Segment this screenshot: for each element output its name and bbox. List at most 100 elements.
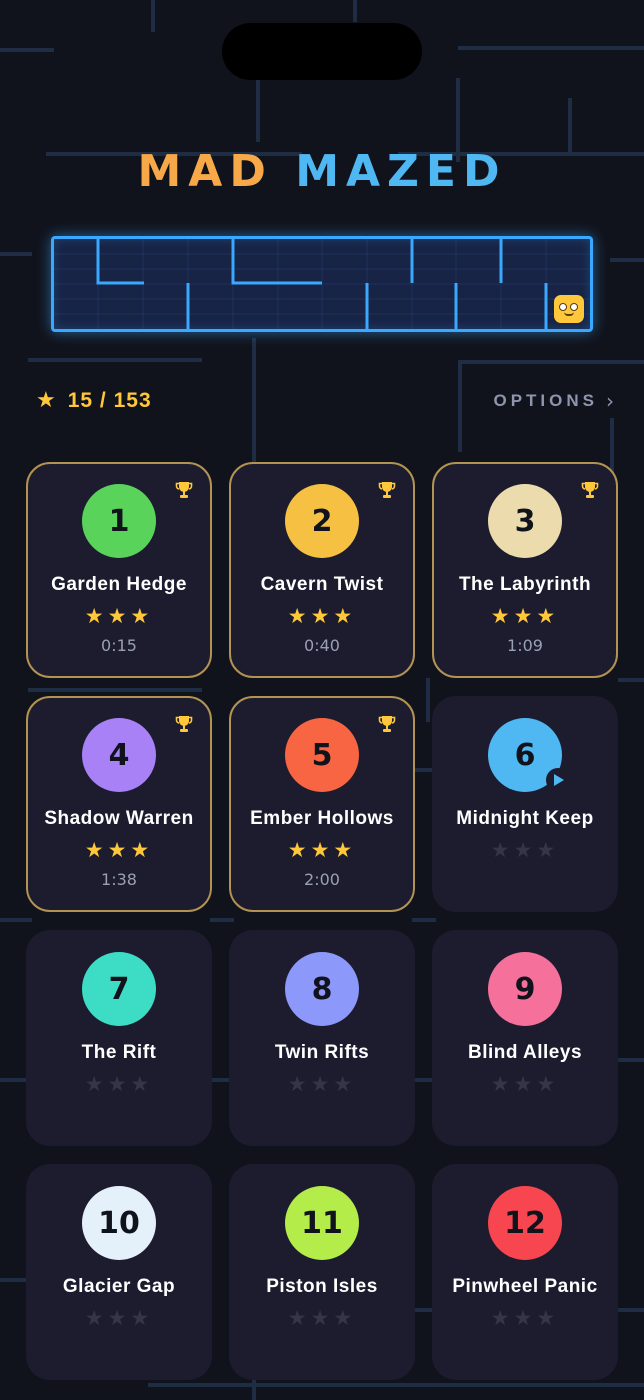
trophy-icon	[174, 714, 194, 734]
level-card-10[interactable]: 10 Glacier Gap ★★★	[26, 1164, 212, 1380]
star-icon: ★	[490, 1306, 514, 1330]
star-icon: ★	[310, 604, 334, 628]
level-name: Cavern Twist	[260, 574, 384, 595]
star-icon: ★	[107, 1306, 131, 1330]
star-icon: ★	[310, 838, 334, 862]
maze-banner-walls	[54, 239, 590, 329]
level-number-badge: 5	[285, 718, 359, 792]
level-card-2[interactable]: 2 Cavern Twist ★★★ 0:40	[229, 462, 415, 678]
level-number-badge: 12	[488, 1186, 562, 1260]
star-icon: ★	[536, 1306, 560, 1330]
chevron-right-icon: ›	[606, 389, 614, 413]
trophy-icon	[377, 480, 397, 500]
level-number-badge: 10	[82, 1186, 156, 1260]
star-icon: ★	[107, 1072, 131, 1096]
level-stars: ★★★	[231, 1072, 413, 1096]
mouth	[564, 312, 574, 316]
star-icon: ★	[130, 604, 154, 628]
level-number: 8	[311, 971, 333, 1007]
level-name: Ember Hollows	[250, 808, 394, 829]
star-icon: ★	[333, 604, 357, 628]
star-icon: ★	[84, 604, 108, 628]
star-icon: ★	[287, 604, 311, 628]
level-number: 9	[514, 971, 536, 1007]
level-name: The Rift	[81, 1042, 157, 1063]
level-name: Piston Isles	[266, 1276, 378, 1297]
level-card-9[interactable]: 9 Blind Alleys ★★★	[432, 930, 618, 1146]
star-icon: ★	[107, 604, 131, 628]
level-card-3[interactable]: 3 The Labyrinth ★★★ 1:09	[432, 462, 618, 678]
star-icon: ★	[333, 1306, 357, 1330]
level-name: Twin Rifts	[274, 1042, 370, 1063]
level-name: The Labyrinth	[458, 574, 592, 595]
level-number: 7	[108, 971, 130, 1007]
maze-banner	[51, 236, 593, 332]
star-icon: ★	[310, 1072, 334, 1096]
star-icon: ★	[333, 1072, 357, 1096]
level-card-11[interactable]: 11 Piston Isles ★★★	[229, 1164, 415, 1380]
level-card-5[interactable]: 5 Ember Hollows ★★★ 2:00	[229, 696, 415, 912]
star-icon: ★	[536, 604, 560, 628]
level-stars: ★★★	[28, 838, 210, 862]
level-card-7[interactable]: 7 The Rift ★★★	[26, 930, 212, 1146]
level-stars: ★★★	[434, 838, 616, 862]
star-icon: ★	[287, 1072, 311, 1096]
trophy-icon	[377, 714, 397, 734]
level-number-badge: 2	[285, 484, 359, 558]
level-best-time: 2:00	[304, 870, 340, 889]
level-number-badge: 11	[285, 1186, 359, 1260]
level-card-6[interactable]: 6 Midnight Keep ★★★	[432, 696, 618, 912]
level-number: 6	[514, 737, 536, 773]
level-number: 4	[108, 737, 130, 773]
trophy-icon	[174, 480, 194, 500]
player-face-icon	[554, 295, 584, 323]
level-number: 1	[108, 503, 130, 539]
level-number-badge: 4	[82, 718, 156, 792]
level-name: Glacier Gap	[62, 1276, 176, 1297]
level-card-1[interactable]: 1 Garden Hedge ★★★ 0:15	[26, 462, 212, 678]
star-icon: ★	[513, 604, 537, 628]
level-number: 2	[311, 503, 333, 539]
level-number-badge: 1	[82, 484, 156, 558]
level-stars: ★★★	[434, 1072, 616, 1096]
level-number: 3	[514, 503, 536, 539]
eye-left	[559, 303, 567, 311]
level-stars: ★★★	[28, 1072, 210, 1096]
options-label: OPTIONS	[493, 391, 598, 410]
level-stars: ★★★	[28, 604, 210, 628]
star-icon: ★	[84, 838, 108, 862]
level-card-4[interactable]: 4 Shadow Warren ★★★ 1:38	[26, 696, 212, 912]
level-number-badge: 9	[488, 952, 562, 1026]
star-icon: ★	[130, 838, 154, 862]
star-icon: ★	[130, 1306, 154, 1330]
star-icon: ★	[490, 838, 514, 862]
level-name: Pinwheel Panic	[452, 1276, 598, 1297]
star-icon: ★	[513, 1072, 537, 1096]
title-word-mazed: MAZED	[295, 146, 507, 197]
star-icon: ★	[84, 1072, 108, 1096]
level-best-time: 0:40	[304, 636, 340, 655]
level-best-time: 1:09	[507, 636, 543, 655]
options-button[interactable]: OPTIONS ›	[493, 388, 614, 414]
level-card-12[interactable]: 12 Pinwheel Panic ★★★	[432, 1164, 618, 1380]
title-word-mad: MAD	[137, 146, 273, 197]
star-icon: ★	[84, 1306, 108, 1330]
star-icon: ★	[513, 1306, 537, 1330]
star-icon: ★	[490, 604, 514, 628]
star-progress: ★ 15 / 153	[36, 388, 152, 414]
star-icon: ★	[107, 838, 131, 862]
level-card-8[interactable]: 8 Twin Rifts ★★★	[229, 930, 415, 1146]
level-best-time: 1:38	[101, 870, 137, 889]
star-progress-count: 15 / 153	[67, 389, 152, 412]
game-title: MAD MAZED	[0, 144, 644, 200]
star-icon: ★	[287, 838, 311, 862]
level-stars: ★★★	[231, 604, 413, 628]
star-icon: ★	[333, 838, 357, 862]
level-stars: ★★★	[434, 604, 616, 628]
level-number-badge: 8	[285, 952, 359, 1026]
level-stars: ★★★	[28, 1306, 210, 1330]
level-name: Blind Alleys	[467, 1042, 583, 1063]
star-icon: ★	[287, 1306, 311, 1330]
device-notch	[222, 23, 422, 80]
star-icon: ★	[36, 388, 56, 413]
